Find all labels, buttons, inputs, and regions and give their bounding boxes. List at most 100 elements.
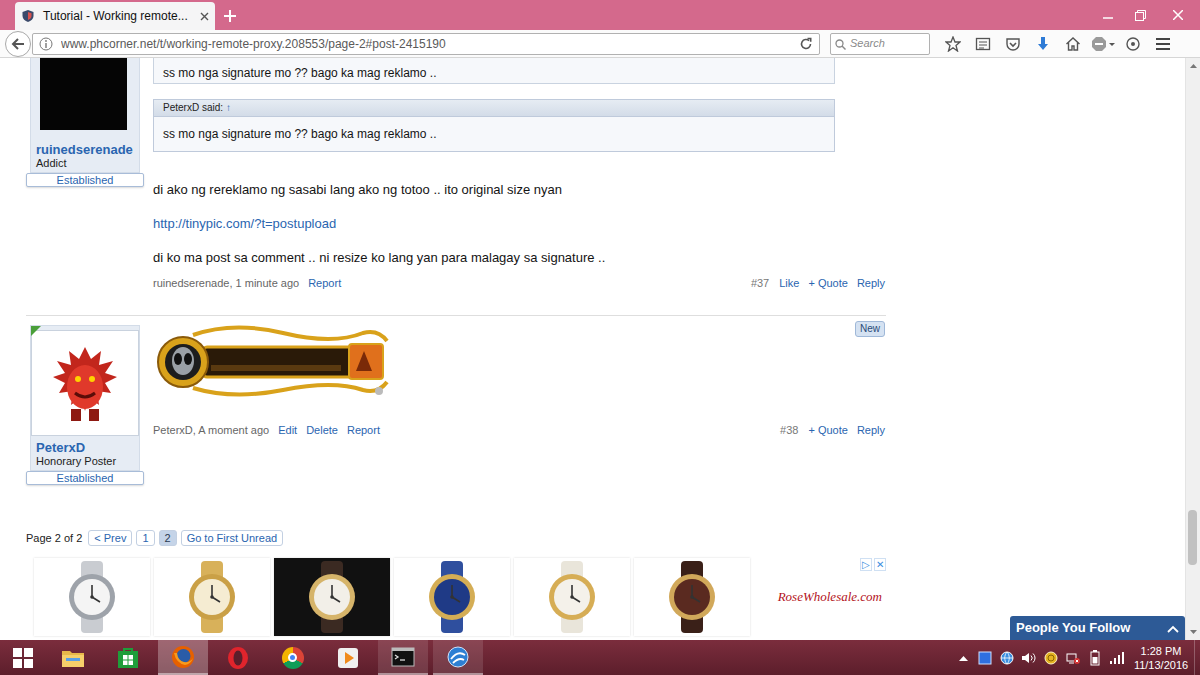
battery-icon[interactable] xyxy=(1084,640,1106,675)
monster-avatar-icon[interactable] xyxy=(41,339,129,427)
post-action-link[interactable]: Like xyxy=(779,277,799,289)
cmd-taskbar-icon[interactable] xyxy=(378,640,428,675)
info-icon[interactable] xyxy=(39,35,53,53)
dark-avatar-icon[interactable] xyxy=(40,58,127,130)
address-bar[interactable]: www.phcorner.net/t/working-remote-proxy.… xyxy=(32,33,820,55)
windows-start-icon[interactable] xyxy=(0,640,45,675)
ad-product-photo[interactable] xyxy=(634,558,750,636)
post-number[interactable]: #38 xyxy=(780,424,798,436)
globe-taskbar-icon[interactable] xyxy=(433,640,483,675)
pocket-icon[interactable] xyxy=(998,30,1028,58)
tray-app-icon[interactable] xyxy=(974,640,996,675)
firefox-taskbar-icon[interactable] xyxy=(158,640,208,675)
pagination: Page 2 of 2 < Prev12Go to First Unread xyxy=(26,530,886,546)
post-number[interactable]: #37 xyxy=(751,277,769,289)
post-footer: ruinedserenade, 1 minute agoReport#37Lik… xyxy=(153,276,885,290)
quote-text: ss mo nga signature mo ?? bago ka mag re… xyxy=(154,117,834,151)
chevron-icon[interactable] xyxy=(1167,618,1179,638)
bookmark-star-icon[interactable] xyxy=(938,30,968,58)
user-info: ruinedserenadeAddictEstablished xyxy=(26,58,144,290)
clock-date[interactable]: 11/13/2016 xyxy=(1132,658,1190,672)
ad-choices[interactable]: ▷✕ xyxy=(860,558,886,571)
ad-choices-button[interactable]: ▷ xyxy=(860,558,872,571)
ad-product-photo[interactable] xyxy=(34,558,150,636)
post-action-link[interactable]: Report xyxy=(308,277,341,289)
restore-icon[interactable] xyxy=(1124,0,1156,30)
username[interactable]: PeterxD xyxy=(31,441,139,455)
new-tab-icon[interactable] xyxy=(215,2,245,30)
url-text[interactable]: www.phcorner.net/t/working-remote-proxy.… xyxy=(61,37,791,51)
page-button[interactable]: < Prev xyxy=(88,530,132,546)
quote-jump-link[interactable]: ↑ xyxy=(226,102,231,113)
forum-post: ruinedserenadeAddictEstablished ss mo nga… xyxy=(26,58,886,316)
post-action-link[interactable]: + Quote xyxy=(808,277,847,289)
network-icon[interactable] xyxy=(1062,640,1084,675)
tray-coin-icon[interactable] xyxy=(1040,640,1062,675)
speaker-icon[interactable] xyxy=(1018,640,1040,675)
user-card: PeterxDHonorary Poster xyxy=(30,325,140,471)
clock-time[interactable]: 1:28 PM xyxy=(1132,644,1190,658)
people-you-follow-widget[interactable]: People You Follow xyxy=(1010,616,1185,640)
ad-close-button[interactable]: ✕ xyxy=(874,558,886,571)
post-action-link[interactable]: Delete xyxy=(306,424,338,436)
chrome-taskbar-icon[interactable] xyxy=(268,640,318,675)
page-button[interactable]: 2 xyxy=(159,530,177,546)
avatar-frame[interactable] xyxy=(31,330,139,436)
explorer-logo-icon xyxy=(61,648,85,668)
scrollbar[interactable] xyxy=(1185,58,1200,640)
avatar-frame[interactable] xyxy=(40,58,130,138)
widget-title[interactable]: People You Follow xyxy=(1016,618,1130,638)
scroll-up-icon[interactable] xyxy=(1186,58,1200,73)
page-summary: Page 2 of 2 xyxy=(26,531,82,545)
signal-icon[interactable] xyxy=(1106,640,1128,675)
reload-icon[interactable] xyxy=(799,35,813,53)
home-icon[interactable] xyxy=(1058,30,1088,58)
tray-expand-icon[interactable] xyxy=(952,640,974,675)
scroll-down-icon[interactable] xyxy=(1186,625,1200,640)
menu-icon[interactable] xyxy=(1148,30,1178,58)
ad-brand[interactable]: RoseWholesale.com xyxy=(778,587,886,607)
extension-icon[interactable] xyxy=(1118,30,1148,58)
quote-author[interactable]: PeterxD said: xyxy=(163,102,223,113)
first-unread-button[interactable]: Go to First Unread xyxy=(181,530,283,546)
close-window-icon[interactable] xyxy=(1156,0,1200,30)
page-button[interactable]: 1 xyxy=(136,530,154,546)
post-action-link[interactable]: Edit xyxy=(278,424,297,436)
back-arrow-icon[interactable] xyxy=(5,31,31,57)
search-field[interactable] xyxy=(846,35,925,52)
search-icon xyxy=(835,34,846,54)
ad-product-photo[interactable] xyxy=(154,558,270,636)
opera-taskbar-icon[interactable] xyxy=(213,640,263,675)
media-logo-icon xyxy=(337,647,359,669)
clock[interactable]: 1:28 PM 11/13/2016 xyxy=(1128,644,1194,672)
browser-tab[interactable]: Tutorial - Working remote... xyxy=(15,2,215,30)
post-action-link[interactable]: Reply xyxy=(857,424,885,436)
adblock-icon[interactable] xyxy=(1088,30,1118,58)
post-action-link[interactable]: + Quote xyxy=(808,424,847,436)
tray-globe-icon[interactable] xyxy=(996,640,1018,675)
download-icon[interactable] xyxy=(1028,30,1058,58)
tab-title[interactable]: Tutorial - Working remote... xyxy=(43,9,188,23)
title-bar: Tutorial - Working remote... xyxy=(0,0,1200,30)
globe-logo-icon xyxy=(446,645,470,669)
username[interactable]: ruinedserenade xyxy=(31,143,139,157)
explorer-taskbar-icon[interactable] xyxy=(48,640,98,675)
post-link[interactable]: http://tinypic.com/?t=postupload xyxy=(153,216,336,231)
post-footer: PeterxD, A moment agoEditDeleteReport#38… xyxy=(153,423,885,437)
user-title: Addict xyxy=(31,157,139,170)
ad-product-photo[interactable] xyxy=(394,558,510,636)
media-taskbar-icon[interactable] xyxy=(323,640,373,675)
close-tab-icon[interactable] xyxy=(200,12,209,21)
scroll-thumb[interactable] xyxy=(1188,510,1197,565)
minimize-icon[interactable] xyxy=(1092,0,1124,30)
post-action-link[interactable]: Reply xyxy=(857,277,885,289)
ad-product-photo[interactable] xyxy=(514,558,630,636)
post-action-link[interactable]: Report xyxy=(347,424,380,436)
show-desktop-button[interactable] xyxy=(1194,640,1200,675)
bookmarks-list-icon[interactable] xyxy=(968,30,998,58)
ad-strip[interactable]: RoseWholesale.com ▷✕ xyxy=(26,558,886,636)
store-taskbar-icon[interactable] xyxy=(103,640,153,675)
post-text: di ako ng rereklamo ng sasabi lang ako n… xyxy=(153,182,885,198)
quote-text: ss mo nga signature mo ?? bago ka mag re… xyxy=(163,66,436,80)
ad-product-photo[interactable] xyxy=(274,558,390,636)
